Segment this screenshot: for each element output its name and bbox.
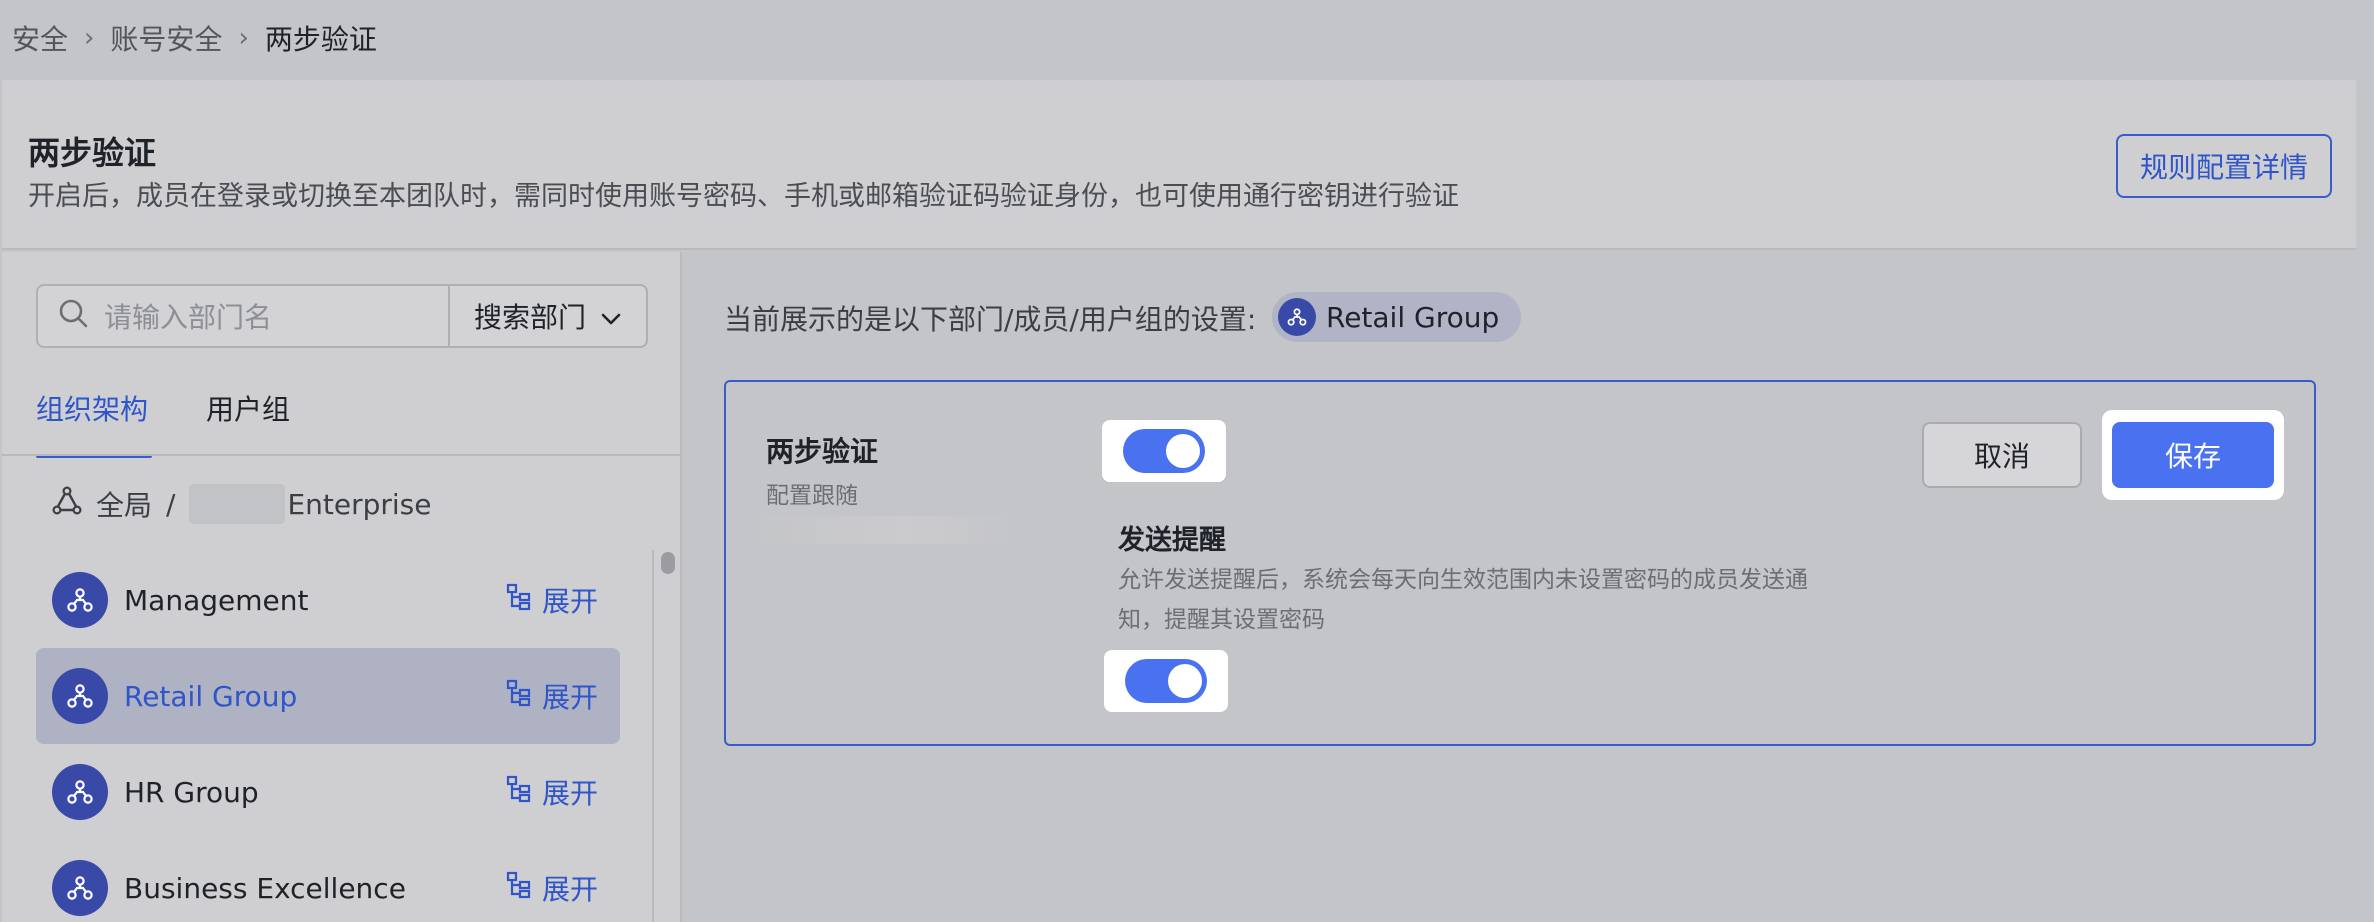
reminder-title: 发送提醒 [1118, 525, 1226, 556]
expand-label: 展开 [541, 777, 598, 810]
current-target-label: 当前展示的是以下部门/成员/用户组的设置: [724, 303, 1257, 336]
department-name: Management [124, 583, 309, 617]
chevron-right-icon: › [84, 23, 95, 53]
department-icon [52, 764, 108, 820]
tree-expand-icon [506, 775, 532, 810]
department-name: HR Group [124, 775, 259, 809]
redacted-org-prefix [189, 484, 286, 524]
expand-button[interactable]: 展开 [506, 868, 598, 908]
sidebar-tabs: 组织架构 用户组 [36, 388, 290, 458]
tab-user-groups[interactable]: 用户组 [206, 388, 290, 428]
list-item[interactable]: Management 展开 [36, 552, 620, 648]
rules-config-button[interactable]: 规则配置详情 [2116, 134, 2332, 198]
current-target-chip: Retail Group [1272, 292, 1522, 342]
reminder-toggle-container [1104, 650, 1228, 712]
search-input[interactable]: 请输入部门名 [38, 286, 448, 346]
reminder-description-line: 知，提醒其设置密码 [1118, 607, 1325, 633]
search-placeholder: 请输入部门名 [104, 301, 273, 334]
scope-global[interactable]: 全局 [96, 484, 152, 524]
page-title: 两步验证 [28, 134, 157, 172]
scope-org-name[interactable]: Enterprise [287, 488, 431, 521]
breadcrumb-item-security[interactable]: 安全 [12, 18, 68, 58]
list-item[interactable]: Business Excellence 展开 [36, 840, 620, 922]
two-step-subtitle: 配置跟随 [766, 483, 858, 509]
expand-button[interactable]: 展开 [506, 676, 598, 716]
scrollbar-track [652, 550, 654, 922]
tab-org-structure[interactable]: 组织架构 [36, 388, 153, 458]
department-name: Retail Group [124, 679, 298, 713]
save-button-container: 保存 [2102, 410, 2284, 500]
list-item[interactable]: Retail Group 展开 [36, 648, 620, 744]
redacted-text [752, 516, 1012, 544]
cancel-button[interactable]: 取消 [1922, 422, 2082, 488]
chevron-down-icon [600, 300, 622, 333]
department-name: Business Excellence [124, 871, 406, 905]
scope-row: 全局 / Enterprise [52, 484, 432, 524]
tree-expand-icon [506, 871, 532, 906]
expand-label: 展开 [541, 873, 598, 906]
expand-label: 展开 [541, 585, 598, 618]
search-icon [58, 298, 88, 335]
chevron-right-icon: › [238, 23, 249, 53]
reminder-toggle[interactable] [1125, 659, 1207, 703]
scrollbar-thumb[interactable] [661, 552, 675, 574]
department-icon [52, 572, 108, 628]
tree-expand-icon [506, 679, 532, 714]
save-button[interactable]: 保存 [2112, 422, 2274, 488]
breadcrumb-item-account-security[interactable]: 账号安全 [110, 18, 222, 58]
expand-button[interactable]: 展开 [506, 580, 598, 620]
two-step-title: 两步验证 [766, 435, 879, 468]
search-scope-label: 搜索部门 [473, 301, 586, 334]
list-item[interactable]: HR Group 展开 [36, 744, 620, 840]
department-icon [52, 860, 108, 916]
breadcrumb-item-current: 两步验证 [264, 23, 377, 56]
current-target-name: Retail Group [1326, 300, 1500, 334]
org-tree-icon [52, 485, 82, 523]
expand-label: 展开 [541, 681, 598, 714]
reminder-description: 允许发送提醒后，系统会每天向生效范围内未设置密码的成员发送通 知，提醒其设置密码 [1118, 560, 1858, 640]
expand-button[interactable]: 展开 [506, 772, 598, 812]
reminder-description-line: 允许发送提醒后，系统会每天向生效范围内未设置密码的成员发送通 [1118, 567, 1808, 593]
department-icon [1278, 298, 1316, 336]
breadcrumb: 安全 › 账号安全 › 两步验证 [12, 18, 377, 58]
page-description: 开启后，成员在登录或切换至本团队时，需同时使用账号密码、手机或邮箱验证码验证身份… [28, 181, 1459, 212]
divider [2, 454, 682, 456]
department-icon [52, 668, 108, 724]
scope-separator: / [166, 487, 176, 521]
search-scope-select[interactable]: 搜索部门 [448, 286, 646, 346]
two-step-toggle-container [1102, 420, 1226, 482]
header-panel [2, 80, 2356, 250]
two-step-toggle[interactable] [1123, 429, 1205, 473]
tree-expand-icon [506, 583, 532, 618]
department-search: 请输入部门名 搜索部门 [36, 284, 648, 348]
